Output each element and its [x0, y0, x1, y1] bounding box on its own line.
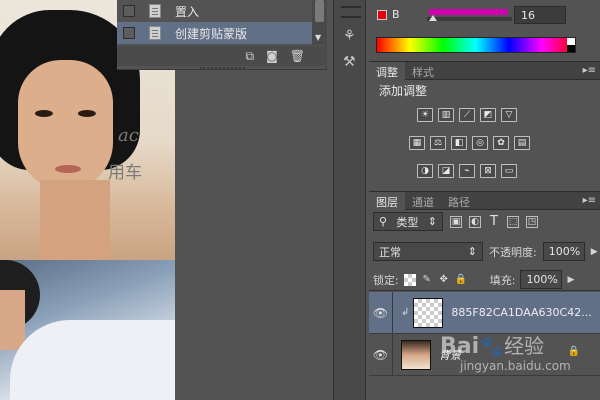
- checkbox[interactable]: [123, 27, 135, 39]
- levels-icon[interactable]: ▥: [438, 108, 454, 122]
- layer-thumbnail: [413, 297, 444, 328]
- fill-value: 100%: [526, 273, 558, 286]
- panel-menu-icon[interactable]: ▸≡: [583, 65, 596, 76]
- menu-item-label: 置入: [175, 4, 200, 19]
- smart-object-filter-icon[interactable]: ◳: [526, 215, 538, 228]
- watermark-brand: Bai: [440, 334, 480, 359]
- checkbox[interactable]: [123, 5, 135, 17]
- pixel-filter-icon[interactable]: ▣: [450, 215, 462, 228]
- brightness-icon[interactable]: ☀: [417, 108, 433, 122]
- menu-footer: ⧉ ◙ 🗑: [117, 46, 327, 66]
- channel-mixer-icon[interactable]: ✿: [493, 136, 509, 150]
- hue-saturation-icon[interactable]: ▦: [409, 136, 425, 150]
- tab-adjustments[interactable]: 调整: [369, 62, 405, 81]
- menu-item-create-clipping-mask[interactable]: 创建剪贴蒙版: [117, 22, 312, 44]
- color-spectrum[interactable]: [376, 37, 576, 53]
- color-lookup-icon[interactable]: ▤: [514, 136, 530, 150]
- channel-label: B: [392, 8, 400, 21]
- panel-menu-icon[interactable]: ▸≡: [583, 195, 596, 206]
- filter-label: 类型: [396, 215, 419, 229]
- clip-indicator-icon: ↲: [401, 307, 410, 318]
- adjustment-row-1: ☀ ▥ ⟋ ◩ ▽: [417, 108, 517, 122]
- adjustment-filter-icon[interactable]: ◐: [469, 215, 481, 228]
- lock-label: 锁定:: [373, 273, 399, 287]
- fill-label: 填充:: [489, 273, 516, 287]
- adjustments-tabbar: 调整 样式 ▸≡: [369, 61, 600, 81]
- opacity-label: 不透明度:: [489, 245, 537, 259]
- fill-field[interactable]: 100%: [520, 270, 563, 289]
- selective-color-icon[interactable]: ⊠: [480, 164, 496, 178]
- foreground-color-swatch[interactable]: [377, 9, 387, 20]
- document-icon: [149, 4, 161, 18]
- layer-filter-row: ⚲ 类型 ⇕ ▣ ◐ T ⬚ ◳: [373, 212, 538, 231]
- adjustment-row-3: ◑ ◪ ⌁ ⊠ ▭: [417, 164, 517, 178]
- tab-styles[interactable]: 样式: [405, 62, 441, 81]
- lock-row: 锁定: ✎ ✥ 🔒 填充: 100% ▶: [373, 270, 574, 289]
- document-icon: [149, 26, 161, 40]
- opacity-arrow-icon[interactable]: ▶: [591, 247, 598, 257]
- adjustments-title: 添加调整: [379, 84, 428, 98]
- layer-thumbnail: [401, 339, 431, 370]
- watermark-brand2: 经验: [504, 334, 545, 358]
- photo-filter-icon[interactable]: ◎: [472, 136, 488, 150]
- color-balance-icon[interactable]: ⚖: [430, 136, 446, 150]
- opacity-field[interactable]: 100%: [542, 242, 585, 261]
- black-white-icon[interactable]: ◧: [451, 136, 467, 150]
- camera-icon[interactable]: ◙: [266, 49, 278, 63]
- lock-transparent-icon[interactable]: [403, 273, 416, 286]
- vibrance-icon[interactable]: ▽: [501, 108, 517, 122]
- dropdown-icon: ⇕: [427, 215, 437, 228]
- layer-filter-select[interactable]: ⚲ 类型 ⇕: [373, 212, 443, 231]
- fill-arrow-icon[interactable]: ▶: [567, 275, 574, 285]
- new-channel-icon[interactable]: ⧉: [246, 49, 255, 64]
- visibility-eye-icon[interactable]: 👁: [369, 291, 393, 334]
- paw-icon: 🐾: [479, 334, 505, 358]
- threshold-icon[interactable]: ⌁: [459, 164, 475, 178]
- layers-tabbar: 图层 通道 路径 ▸≡: [369, 191, 600, 211]
- exposure-icon[interactable]: ◩: [480, 108, 496, 122]
- adjustment-row-2: ▦ ⚖ ◧ ◎ ✿ ▤: [409, 136, 530, 150]
- panel-dock-strip: ⚘ ⚒: [333, 0, 366, 400]
- color-channel-row: B: [377, 8, 400, 21]
- gradient-map-icon[interactable]: ▭: [501, 164, 517, 178]
- watermark: Bai🐾经验 jingyan.baidu.com: [440, 330, 571, 373]
- resize-grip[interactable]: [200, 67, 245, 69]
- invert-icon[interactable]: ◑: [417, 164, 433, 178]
- trash-icon[interactable]: 🗑: [290, 49, 305, 63]
- photo-text-car: 用车: [108, 163, 142, 183]
- menu-scrollbar[interactable]: ▼: [312, 0, 327, 45]
- blend-mode-select[interactable]: 正常 ⇕: [373, 242, 483, 261]
- dropdown-icon: ⇕: [467, 245, 477, 258]
- blend-row: 正常 ⇕ 不透明度: 100% ▶: [373, 242, 598, 261]
- layer-name: 885F82CA1DAA630C42...: [451, 306, 592, 319]
- opacity-value: 100%: [548, 245, 581, 258]
- visibility-eye-icon[interactable]: 👁: [369, 333, 393, 376]
- type-filter-icon[interactable]: T: [488, 214, 500, 229]
- search-icon: ⚲: [379, 215, 388, 228]
- blend-mode-value: 正常: [379, 245, 401, 259]
- scroll-down-arrow-icon[interactable]: ▼: [315, 33, 321, 42]
- color-slider[interactable]: [429, 9, 508, 15]
- tool-preset-icon[interactable]: ⚒: [343, 54, 356, 70]
- tab-layers[interactable]: 图层: [369, 192, 405, 211]
- scroll-thumb[interactable]: [315, 0, 324, 22]
- tab-channels[interactable]: 通道: [405, 192, 441, 211]
- lock-brush-icon[interactable]: ✎: [421, 274, 433, 286]
- color-value-field[interactable]: 16: [514, 6, 566, 24]
- tab-paths[interactable]: 路径: [441, 192, 477, 211]
- watermark-url: jingyan.baidu.com: [460, 359, 571, 373]
- layer-row-clipped[interactable]: 👁 ↲ 885F82CA1DAA630C42...: [369, 291, 600, 334]
- menu-item-label: 创建剪贴蒙版: [175, 26, 248, 41]
- menu-item-place[interactable]: 置入: [117, 0, 312, 22]
- lock-move-icon[interactable]: ✥: [438, 274, 450, 286]
- lock-all-icon[interactable]: 🔒: [455, 274, 467, 286]
- canvas-photo-bottom: [0, 260, 175, 400]
- shape-filter-icon[interactable]: ⬚: [507, 215, 519, 228]
- photo-text-ac: ac: [118, 125, 139, 146]
- color-slider-track[interactable]: [427, 17, 512, 21]
- curves-icon[interactable]: ⟋: [459, 108, 475, 122]
- slider-handle-icon[interactable]: [429, 15, 437, 21]
- brush-preset-icon[interactable]: ⚘: [343, 28, 356, 44]
- posterize-icon[interactable]: ◪: [438, 164, 454, 178]
